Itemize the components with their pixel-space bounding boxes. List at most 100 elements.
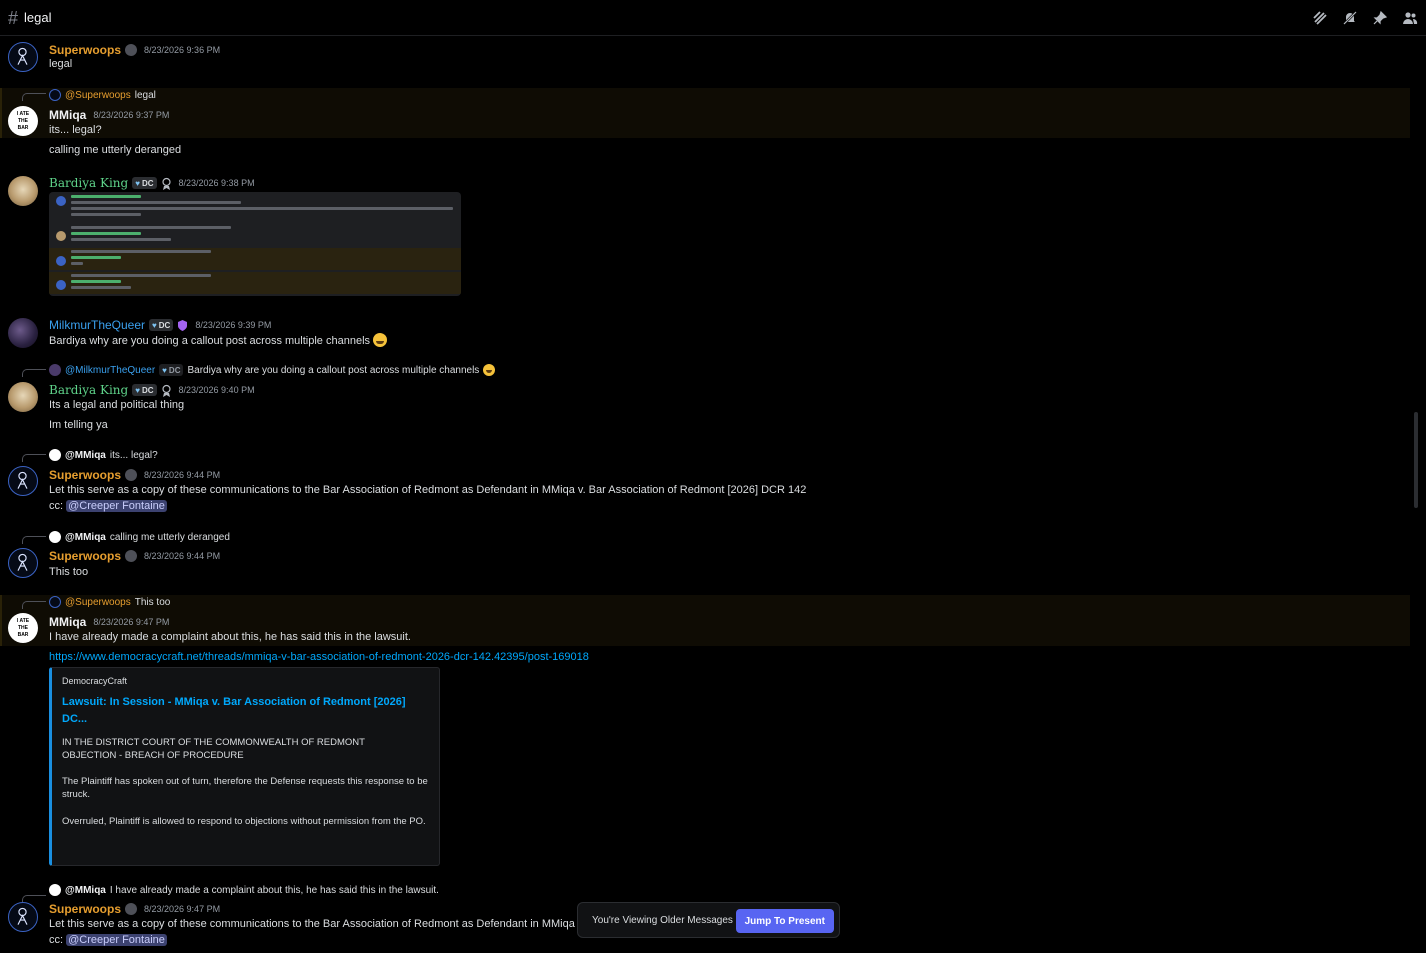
message-list[interactable]: Superwoops 8/23/2026 9:36 PM legal @Supe… <box>0 36 1412 953</box>
reply-author[interactable]: @MMiqa <box>65 532 106 543</box>
members-icon[interactable] <box>1400 8 1420 28</box>
message-header: Superwoops 8/23/2026 9:47 PM <box>49 902 220 916</box>
image-attachment[interactable] <box>49 192 461 296</box>
reply-avatar <box>49 531 61 543</box>
older-messages-bar: You're Viewing Older Messages Jump To Pr… <box>577 902 840 938</box>
reply-preview[interactable]: @MMiqa its... legal? <box>49 449 158 461</box>
message-text: Bardiya why are you doing a callout post… <box>49 333 388 347</box>
username[interactable]: MilkmurTheQueer <box>49 318 145 332</box>
shield-icon <box>178 319 188 331</box>
message-header: MMiqa 8/23/2026 9:37 PM <box>49 108 169 122</box>
heart-icon: ♥ <box>152 320 157 330</box>
avatar-text: I ATE THE BAR <box>16 110 30 131</box>
heart-icon: ♥ <box>135 178 140 188</box>
reply-avatar <box>49 449 61 461</box>
message-header: Superwoops 8/23/2026 9:36 PM <box>49 43 220 57</box>
embed-title[interactable]: Lawsuit: In Session - MMiqa v. Bar Assoc… <box>62 694 429 728</box>
avatar[interactable]: I ATE THE BAR <box>8 106 38 136</box>
timestamp: 8/23/2026 9:38 PM <box>178 178 255 188</box>
message-header: MMiqa 8/23/2026 9:47 PM <box>49 615 169 629</box>
user-mention[interactable]: @Creeper Fontaine <box>66 934 167 946</box>
message-text: its... legal? <box>49 124 102 136</box>
reply-spine <box>22 93 46 101</box>
reply-avatar <box>49 596 61 608</box>
mute-icon[interactable] <box>1340 8 1360 28</box>
timestamp: 8/23/2026 9:39 PM <box>195 320 272 330</box>
role-icon <box>125 469 138 481</box>
role-icon <box>125 903 138 915</box>
sob-emoji <box>483 364 496 376</box>
sob-emoji <box>373 333 388 347</box>
mention-highlight <box>0 88 1410 138</box>
reply-text: calling me utterly deranged <box>109 531 230 543</box>
message-text: cc: @Creeper Fontaine <box>49 934 167 946</box>
avatar[interactable] <box>8 176 38 206</box>
hash-icon: # <box>8 7 19 28</box>
message-text: This too <box>49 566 89 578</box>
username[interactable]: Superwoops <box>49 549 121 563</box>
username[interactable]: Superwoops <box>49 468 121 482</box>
jump-to-present-button[interactable]: Jump To Present <box>735 909 834 933</box>
reply-spine <box>22 369 46 377</box>
avatar[interactable] <box>8 548 38 578</box>
username[interactable]: Bardiya King <box>49 383 128 397</box>
timestamp: 8/23/2026 9:44 PM <box>144 470 221 480</box>
timestamp: 8/23/2026 9:40 PM <box>178 385 255 395</box>
message-header: Superwoops 8/23/2026 9:44 PM <box>49 549 220 563</box>
role-icon <box>125 44 138 56</box>
reply-spine <box>22 601 46 609</box>
reply-spine <box>22 454 46 462</box>
avatar[interactable] <box>8 42 38 72</box>
server-tag: ♥ DC <box>132 177 157 189</box>
medal-icon <box>161 177 171 190</box>
reply-preview[interactable]: @Superwoops legal <box>49 89 156 101</box>
user-mention[interactable]: @Creeper Fontaine <box>66 500 167 512</box>
message-text: I have already made a complaint about th… <box>49 631 411 643</box>
reply-avatar <box>49 884 61 896</box>
avatar[interactable] <box>8 902 38 932</box>
threads-icon[interactable] <box>1310 8 1330 28</box>
reply-preview[interactable]: @MMiqa calling me utterly deranged <box>49 531 230 543</box>
older-messages-text: You're Viewing Older Messages <box>592 914 733 926</box>
reply-author[interactable]: @Superwoops <box>65 597 131 608</box>
message-link[interactable]: https://www.democracycraft.net/threads/m… <box>49 651 589 663</box>
reply-preview[interactable]: @MilkmurTheQueer ♥ DC Bardiya why are you… <box>49 364 496 376</box>
avatar[interactable] <box>8 318 38 348</box>
message-text: Its a legal and political thing <box>49 399 185 411</box>
message-text: Im telling ya <box>49 419 108 431</box>
avatar[interactable]: I ATE THE BAR <box>8 613 38 643</box>
channel-name: legal <box>24 10 52 25</box>
username[interactable]: MMiqa <box>49 108 86 122</box>
reply-text: legal <box>134 89 156 101</box>
message-text: legal <box>49 58 73 70</box>
reply-author[interactable]: @MilkmurTheQueer <box>65 365 155 376</box>
username[interactable]: MMiqa <box>49 615 86 629</box>
message-text: cc: @Creeper Fontaine <box>49 500 167 512</box>
reply-author[interactable]: @MMiqa <box>65 885 106 896</box>
reply-preview[interactable]: @Superwoops This too <box>49 596 170 608</box>
reply-author[interactable]: @Superwoops <box>65 90 131 101</box>
reply-text: Bardiya why are you doing a callout post… <box>187 364 480 376</box>
medal-icon <box>161 384 171 397</box>
pin-icon[interactable] <box>1370 8 1390 28</box>
channel-header: # legal <box>0 0 1426 36</box>
avatar[interactable] <box>8 466 38 496</box>
message-text: Let this serve as a copy of these commun… <box>49 484 807 496</box>
server-tag: ♥ DC <box>149 319 174 331</box>
message-text: calling me utterly deranged <box>49 144 182 156</box>
reply-preview[interactable]: @MMiqa I have already made a complaint a… <box>49 884 439 896</box>
reply-author[interactable]: @MMiqa <box>65 450 106 461</box>
role-icon <box>125 550 138 562</box>
username[interactable]: Bardiya King <box>49 176 128 190</box>
reply-avatar <box>49 364 61 376</box>
avatar-text: I ATE THE BAR <box>16 617 30 638</box>
username[interactable]: Superwoops <box>49 43 121 57</box>
heart-icon: ♥ <box>162 365 167 375</box>
message-header: MilkmurTheQueer ♥ DC 8/23/2026 9:39 PM <box>49 318 271 332</box>
avatar[interactable] <box>8 382 38 412</box>
reply-text: I have already made a complaint about th… <box>109 884 439 896</box>
scrollbar[interactable] <box>1414 412 1418 508</box>
message-header: Bardiya King ♥ DC 8/23/2026 9:40 PM <box>49 383 255 397</box>
timestamp: 8/23/2026 9:37 PM <box>93 110 170 120</box>
username[interactable]: Superwoops <box>49 902 121 916</box>
